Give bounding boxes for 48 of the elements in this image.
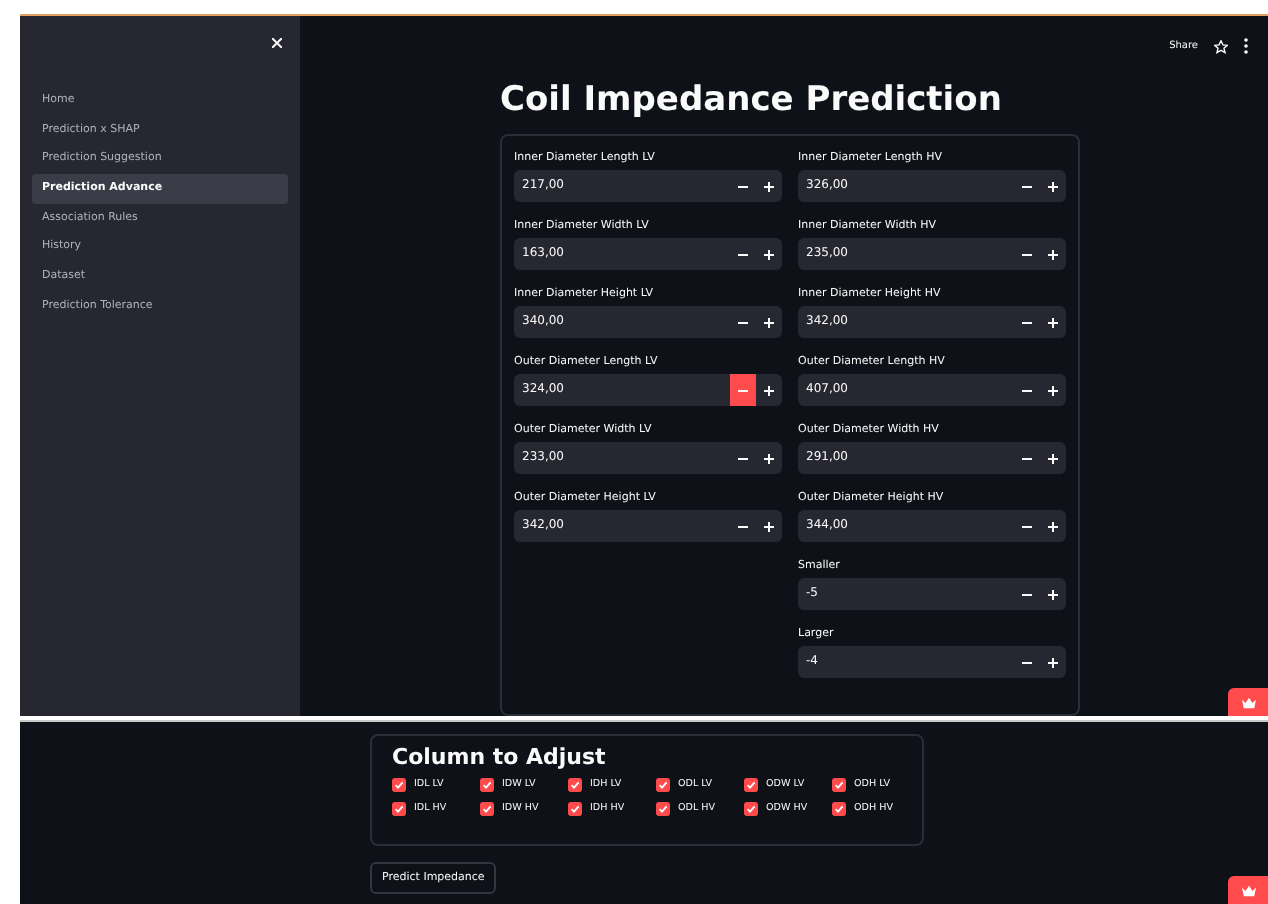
minus-icon [738, 457, 748, 459]
star-icon[interactable] [1214, 39, 1228, 53]
plus-icon [1048, 657, 1058, 667]
checkbox[interactable] [480, 802, 494, 816]
minus-icon [1022, 525, 1032, 527]
app-badge[interactable] [1228, 876, 1268, 904]
checkbox[interactable] [656, 802, 670, 816]
plus-icon [1048, 385, 1058, 395]
minus-icon [738, 525, 748, 527]
checkbox[interactable] [568, 778, 582, 792]
minus-icon [1022, 661, 1032, 663]
checkbox[interactable] [832, 778, 846, 792]
checkbox[interactable] [832, 802, 846, 816]
minus-icon [1022, 253, 1032, 255]
plus-icon [1048, 317, 1058, 327]
minus-icon [1022, 593, 1032, 595]
checkbox[interactable] [744, 802, 758, 816]
checkbox[interactable] [744, 778, 758, 792]
minus-icon [1022, 457, 1032, 459]
plus-icon [1048, 589, 1058, 599]
minus-icon [1022, 321, 1032, 323]
minus-icon [738, 321, 748, 323]
minus-icon [738, 253, 748, 255]
checkbox[interactable] [656, 778, 670, 792]
plus-icon [764, 249, 774, 259]
page-title: Coil Impedance Prediction [500, 78, 1004, 122]
plus-icon [1048, 521, 1058, 531]
crown-icon [1239, 883, 1257, 897]
minus-icon [738, 389, 748, 391]
checkbox[interactable] [480, 778, 494, 792]
checkbox[interactable] [392, 802, 406, 816]
minus-icon [1022, 389, 1032, 391]
checkbox[interactable] [392, 778, 406, 792]
plus-icon [1048, 453, 1058, 463]
plus-icon [1048, 249, 1058, 259]
plus-icon [764, 385, 774, 395]
plus-icon [764, 453, 774, 463]
checkbox[interactable] [568, 802, 582, 816]
minus-icon [1022, 185, 1032, 187]
plus-icon [764, 181, 774, 191]
plus-icon [1048, 181, 1058, 191]
app-badge[interactable] [1228, 688, 1268, 716]
crown-icon [1239, 695, 1257, 709]
minus-icon [738, 185, 748, 187]
plus-icon [764, 521, 774, 531]
section-title: Column to Adjust [392, 744, 608, 772]
close-icon[interactable] [272, 38, 282, 48]
plus-icon [764, 317, 774, 327]
